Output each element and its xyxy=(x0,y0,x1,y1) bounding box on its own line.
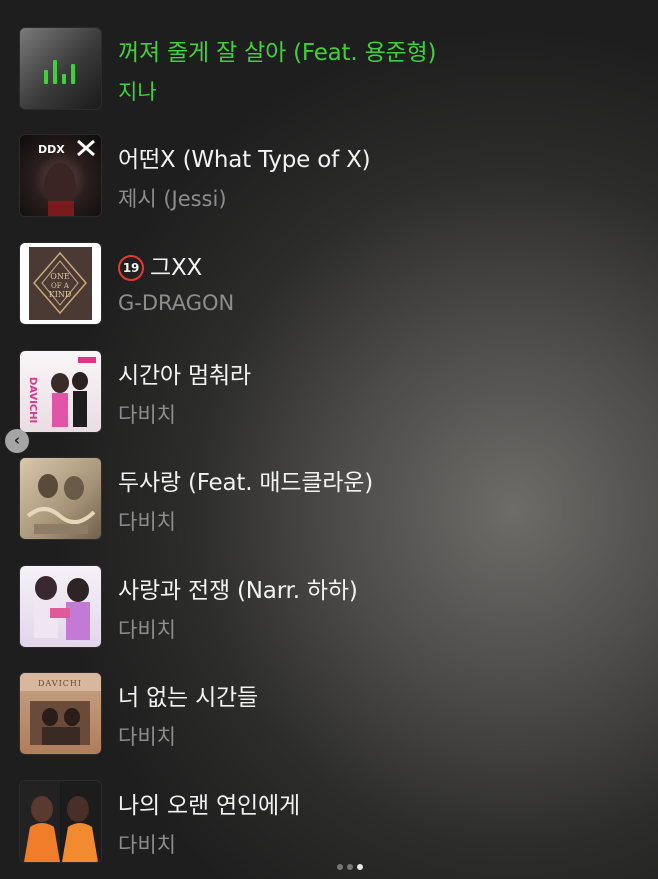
track-row[interactable]: DDX 어떤X (What Type of X) 제시 (Jessi) xyxy=(0,135,658,217)
album-art-graphic: DDX xyxy=(38,139,95,216)
track-artist: 지나 xyxy=(118,80,157,104)
svg-text:DDX: DDX xyxy=(38,143,65,156)
track-artist: 다비치 xyxy=(118,510,176,534)
track-row[interactable]: ONE OF A KIND 19 그XX G-DRAGON xyxy=(0,243,658,325)
album-art-graphic: DAVICHI xyxy=(20,673,101,745)
track-row[interactable]: 두사랑 (Feat. 매드클라운) 다비치 xyxy=(0,458,658,540)
track-artist: 다비치 xyxy=(118,833,176,857)
chevron-left-icon[interactable]: ‹ xyxy=(5,429,29,453)
track-row[interactable]: 꺼져 줄게 잘 살아 (Feat. 용준형) 지나 xyxy=(0,28,658,110)
track-artist: 다비치 xyxy=(118,725,176,749)
track-row[interactable]: DAVICHI 너 없는 시간들 다비치 xyxy=(0,673,658,755)
track-artist: 다비치 xyxy=(118,618,176,642)
svg-text:OF A: OF A xyxy=(51,282,70,290)
album-art: DAVICHI xyxy=(20,351,101,432)
album-art xyxy=(20,458,101,539)
track-title: 두사랑 (Feat. 매드클라운) xyxy=(118,470,373,496)
track-title: 사랑과 전쟁 (Narr. 하하) xyxy=(118,578,358,604)
svg-text:DAVICHI: DAVICHI xyxy=(38,679,82,688)
album-art: DDX xyxy=(20,135,101,216)
track-artist: 제시 (Jessi) xyxy=(118,187,227,211)
album-art-graphic xyxy=(34,576,90,640)
svg-text:ONE: ONE xyxy=(50,272,70,281)
album-art-graphic: ONE OF A KIND xyxy=(29,247,92,320)
album-art: DAVICHI xyxy=(20,673,101,754)
track-title: 시간아 멈춰라 xyxy=(118,363,251,389)
album-art xyxy=(20,566,101,647)
track-row[interactable]: 나의 오랜 연인에게 다비치 xyxy=(0,781,658,863)
track-artist: G-DRAGON xyxy=(118,291,235,315)
track-title: 꺼져 줄게 잘 살아 (Feat. 용준형) xyxy=(118,40,437,66)
track-title: 19 그XX xyxy=(118,248,202,282)
track-title: 어떤X (What Type of X) xyxy=(118,147,371,173)
track-artist: 다비치 xyxy=(118,403,176,427)
page-indicator xyxy=(337,864,363,870)
album-art xyxy=(20,28,101,109)
page-dot[interactable] xyxy=(337,864,343,870)
album-art-graphic: DAVICHI xyxy=(27,357,96,427)
svg-text:KIND: KIND xyxy=(49,290,72,299)
page-dot[interactable] xyxy=(347,864,353,870)
album-art xyxy=(20,781,101,862)
explicit-19-badge: 19 xyxy=(118,255,144,281)
page-dot-active[interactable] xyxy=(357,864,363,870)
track-title: 나의 오랜 연인에게 xyxy=(118,793,300,819)
track-row[interactable]: DAVICHI 시간아 멈춰라 다비치 xyxy=(0,351,658,433)
album-art-graphic xyxy=(26,474,96,534)
track-title-text: 그XX xyxy=(150,255,203,281)
now-playing-equalizer-icon xyxy=(44,54,78,84)
album-art-graphic xyxy=(20,781,101,862)
track-title: 너 없는 시간들 xyxy=(118,685,258,711)
svg-text:DAVICHI: DAVICHI xyxy=(27,377,38,423)
track-row[interactable]: 사랑과 전쟁 (Narr. 하하) 다비치 xyxy=(0,566,658,648)
album-art: ONE OF A KIND xyxy=(20,243,101,324)
